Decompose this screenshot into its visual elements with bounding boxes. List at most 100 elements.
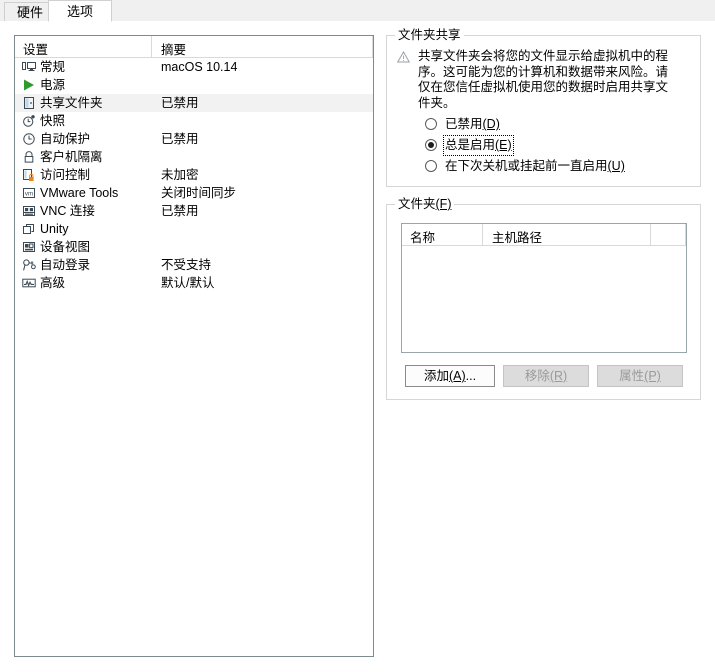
- sharing-radio-label: 总是启用(E): [443, 135, 514, 156]
- folders-table-header: 名称 主机路径: [402, 224, 686, 246]
- settings-row-label: 共享文件夹: [40, 96, 103, 110]
- settings-list-rows: 常规 macOS 10.14 电源 共享文件夹 已禁用 快照 自动保护 已禁用 客户机隔…: [15, 58, 373, 292]
- vnc-icon: [22, 204, 36, 218]
- settings-row-label: 常规: [40, 60, 66, 74]
- options-page: 设置 摘要 常规 macOS 10.14 电源 共享文件夹 已禁用 快照 自动保护: [0, 22, 715, 672]
- advanced-wave-icon: [22, 276, 36, 290]
- button-mnemonic: (A): [448, 369, 466, 383]
- settings-row-label: 客户机隔离: [40, 150, 103, 164]
- folders-title-text: 文件夹: [398, 197, 436, 211]
- tab-options-label: 选项: [67, 4, 94, 19]
- sharing-radio-group: 已禁用(D) 总是启用(E) 在下次关机或挂起前一直启用(U): [425, 114, 627, 177]
- button-mnemonic: (R): [549, 369, 568, 383]
- settings-row-9[interactable]: VNC 连接 已禁用: [15, 202, 373, 220]
- button-text: 属性: [619, 369, 645, 383]
- settings-row-summary: 不受支持: [161, 258, 212, 272]
- settings-row-8[interactable]: vm VMware Tools 关闭时间同步: [15, 184, 373, 202]
- button-text: 移除: [524, 369, 550, 383]
- warning-triangle-icon: [396, 51, 411, 63]
- settings-row-label: 电源: [40, 78, 66, 92]
- radio-mark[interactable]: [425, 118, 437, 130]
- sharing-radio-2[interactable]: 总是启用(E): [425, 135, 627, 156]
- power-play-icon: [22, 78, 36, 92]
- tab-options[interactable]: 选项: [48, 0, 113, 22]
- sharing-radio-3[interactable]: 在下次关机或挂起前一直启用(U): [425, 156, 627, 177]
- access-lock-icon: [22, 168, 36, 182]
- settings-row-1[interactable]: 常规 macOS 10.14: [15, 58, 373, 76]
- sharing-radio-mnemonic: (D): [482, 117, 500, 131]
- settings-row-summary: 未加密: [161, 168, 199, 182]
- snapshot-clock-icon: [22, 114, 36, 128]
- folders-column-name: 名称: [410, 231, 436, 245]
- settings-row-label: 高级: [40, 276, 66, 290]
- settings-row-5[interactable]: 自动保护 已禁用: [15, 130, 373, 148]
- settings-row-label: 自动登录: [40, 258, 91, 272]
- folder-properties-button: 属性(P): [597, 365, 683, 387]
- vmware-tools-icon: vm: [22, 186, 36, 200]
- folders-column-divider-1[interactable]: [482, 224, 483, 245]
- settings-row-10[interactable]: Unity: [15, 220, 373, 238]
- folders-column-divider-2[interactable]: [650, 224, 651, 245]
- sharing-radio-mnemonic: (U): [607, 159, 625, 173]
- folders-group: 文件夹(F) 名称 主机路径 添加(A)... 移除(R) 属性(P): [386, 197, 701, 400]
- radio-mark[interactable]: [425, 160, 437, 172]
- settings-row-label: 设备视图: [40, 240, 91, 254]
- sharing-radio-1[interactable]: 已禁用(D): [425, 114, 627, 135]
- sharing-radio-label: 已禁用(D): [443, 114, 502, 135]
- folders-title-mnemonic: (F): [435, 197, 452, 211]
- settings-row-summary: 已禁用: [161, 204, 199, 218]
- sharing-warning: 共享文件夹会将您的文件显示给虚拟机中的程序。这可能为您的计算机和数据带来风险。请…: [396, 49, 687, 111]
- sharing-radio-text: 已禁用: [445, 117, 483, 131]
- settings-row-label: VNC 连接: [40, 204, 95, 218]
- button-mnemonic: (P): [644, 369, 661, 383]
- settings-row-summary: 关闭时间同步: [161, 186, 237, 200]
- settings-row-label: Unity: [40, 222, 69, 236]
- folder-sharing-group: 文件夹共享 共享文件夹会将您的文件显示给虚拟机中的程序。这可能为您的计算机和数据…: [386, 28, 701, 187]
- settings-row-4[interactable]: 快照: [15, 112, 373, 130]
- tab-strip: 硬件 选项: [0, 0, 715, 22]
- settings-row-summary: macOS 10.14: [161, 60, 238, 74]
- settings-row-label: 访问控制: [40, 168, 91, 182]
- column-header-summary: 摘要: [161, 43, 187, 57]
- folder-sharing-title: 文件夹共享: [395, 28, 464, 42]
- settings-row-3[interactable]: 共享文件夹 已禁用: [15, 94, 373, 112]
- add-folder-button[interactable]: 添加(A)...: [405, 365, 495, 387]
- column-divider-end[interactable]: [372, 36, 373, 57]
- settings-row-label: VMware Tools: [40, 186, 119, 200]
- folders-title: 文件夹(F): [395, 197, 455, 211]
- sharing-radio-text: 在下次关机或挂起前一直启用: [445, 159, 608, 173]
- device-view-icon: [22, 240, 36, 254]
- folders-column-host-path: 主机路径: [492, 231, 543, 245]
- sharing-radio-mnemonic: (E): [495, 138, 512, 152]
- settings-row-13[interactable]: 高级 默认/默认: [15, 274, 373, 292]
- sharing-radio-label: 在下次关机或挂起前一直启用(U): [443, 156, 627, 177]
- column-header-setting: 设置: [23, 43, 49, 57]
- settings-row-12[interactable]: 自动登录 不受支持: [15, 256, 373, 274]
- settings-row-6[interactable]: 客户机隔离: [15, 148, 373, 166]
- settings-list-header: 设置 摘要: [15, 36, 373, 58]
- monitor-icon: [22, 60, 36, 74]
- sharing-warning-text: 共享文件夹会将您的文件显示给虚拟机中的程序。这可能为您的计算机和数据带来风险。请…: [418, 49, 669, 110]
- button-text: 添加: [423, 369, 449, 383]
- folders-column-divider-3[interactable]: [685, 224, 686, 245]
- clock-icon: [22, 132, 36, 146]
- lock-icon: [22, 150, 36, 164]
- settings-row-label: 快照: [40, 114, 66, 128]
- settings-row-7[interactable]: 访问控制 未加密: [15, 166, 373, 184]
- sharing-radio-text: 总是启用: [445, 138, 496, 152]
- settings-row-label: 自动保护: [40, 132, 91, 146]
- button-suffix: ...: [465, 369, 477, 383]
- settings-row-2[interactable]: 电源: [15, 76, 373, 94]
- column-divider[interactable]: [151, 36, 152, 57]
- remove-folder-button: 移除(R): [503, 365, 589, 387]
- auto-login-icon: [22, 258, 36, 272]
- svg-text:vm: vm: [25, 191, 33, 198]
- settings-row-summary: 已禁用: [161, 132, 199, 146]
- settings-row-summary: 已禁用: [161, 96, 199, 110]
- settings-row-11[interactable]: 设备视图: [15, 238, 373, 256]
- tab-hardware-label: 硬件: [17, 5, 44, 20]
- folders-table[interactable]: 名称 主机路径: [401, 223, 687, 353]
- folders-button-bar: 添加(A)... 移除(R) 属性(P): [405, 365, 683, 387]
- radio-mark[interactable]: [425, 139, 437, 151]
- settings-list-panel: 设置 摘要 常规 macOS 10.14 电源 共享文件夹 已禁用 快照 自动保护: [14, 35, 374, 657]
